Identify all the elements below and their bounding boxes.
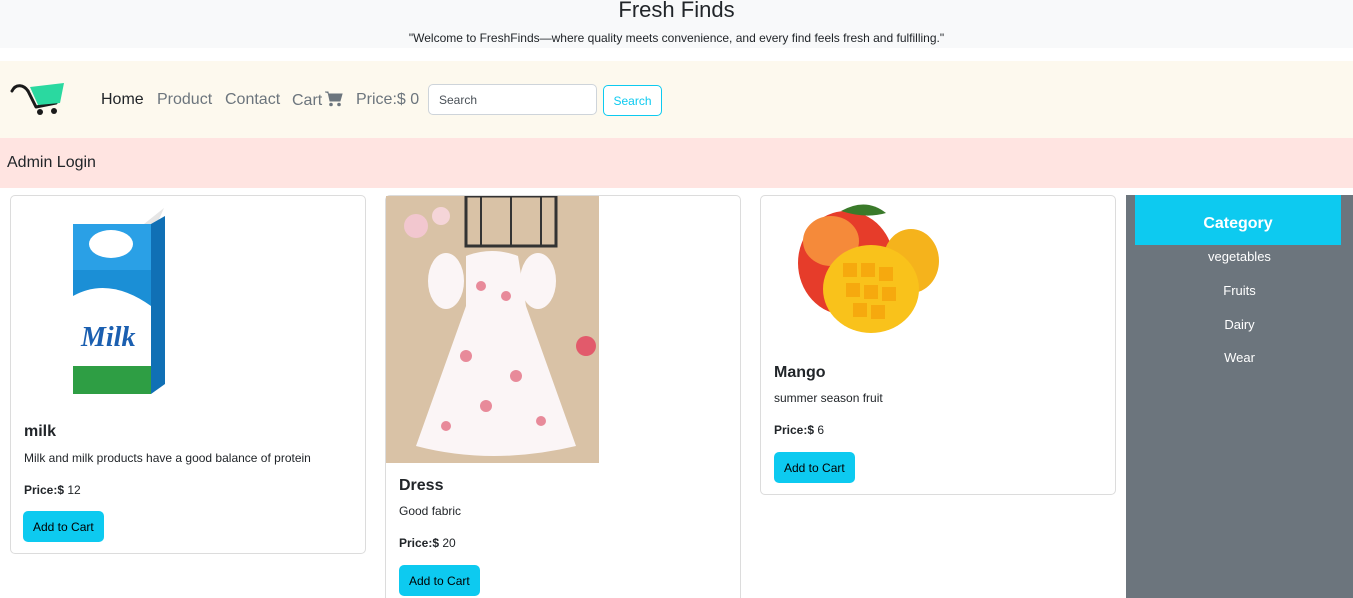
search-button[interactable]: Search [603, 85, 662, 116]
cart-logo-icon[interactable] [10, 81, 68, 117]
price-label: Price:$ [399, 536, 440, 550]
add-to-cart-button[interactable]: Add to Cart [774, 452, 855, 483]
search-input[interactable] [428, 84, 597, 115]
product-name: milk [24, 423, 57, 440]
product-name: Dress [399, 477, 444, 494]
price-value: 6 [817, 423, 825, 437]
category-item-dairy[interactable]: Dairy [1126, 317, 1353, 332]
category-item-fruits[interactable]: Fruits [1126, 283, 1353, 298]
nav-price: Price:$ 0 [356, 91, 420, 108]
nav-cart[interactable]: Cart [292, 91, 343, 110]
product-price: Price:$ 6 [774, 423, 824, 437]
navbar: Home Product Contact Cart Price:$ 0 Sear… [0, 61, 1353, 138]
tagline: "Welcome to FreshFinds—where quality mee… [408, 31, 945, 45]
category-item-vegetables[interactable]: vegetables [1126, 249, 1353, 264]
shopping-cart-icon [325, 91, 343, 107]
admin-bar: Admin Login [0, 138, 1353, 188]
svg-text:Milk: Milk [80, 322, 135, 353]
nav-cart-label: Cart [292, 92, 323, 109]
nav-contact[interactable]: Contact [225, 91, 280, 109]
nav-home[interactable]: Home [101, 91, 144, 109]
price-value: 20 [442, 536, 456, 550]
admin-login-link[interactable]: Admin Login [7, 154, 96, 172]
category-item-wear[interactable]: Wear [1126, 350, 1353, 365]
product-card: Dress Good fabric Price:$ 20 Add to Cart [385, 195, 741, 598]
top-banner: Fresh Finds "Welcome to FreshFinds—where… [0, 0, 1353, 48]
mango-image [798, 204, 939, 333]
product-description: Good fabric [399, 504, 462, 518]
add-to-cart-button[interactable]: Add to Cart [399, 565, 480, 596]
category-sidebar: Category vegetables Fruits Dairy Wear [1126, 195, 1353, 598]
dress-image [386, 196, 599, 463]
site-title: Fresh Finds [618, 0, 735, 22]
add-to-cart-button[interactable]: Add to Cart [23, 511, 104, 542]
nav-product[interactable]: Product [157, 91, 212, 109]
category-header: Category [1135, 195, 1341, 245]
product-card: Milk milk Milk and milk products have a … [10, 195, 366, 554]
product-price: Price:$ 20 [399, 536, 456, 550]
milk-carton-image: Milk [73, 208, 165, 394]
product-price: Price:$ 12 [24, 483, 81, 497]
price-label: Price:$ [24, 483, 65, 497]
product-description: Milk and milk products have a good balan… [24, 451, 311, 465]
price-value: 12 [67, 483, 81, 497]
product-card: Mango summer season fruit Price:$ 6 Add … [760, 195, 1116, 495]
product-name: Mango [774, 364, 826, 381]
product-description: summer season fruit [774, 391, 883, 405]
price-label: Price:$ [774, 423, 815, 437]
